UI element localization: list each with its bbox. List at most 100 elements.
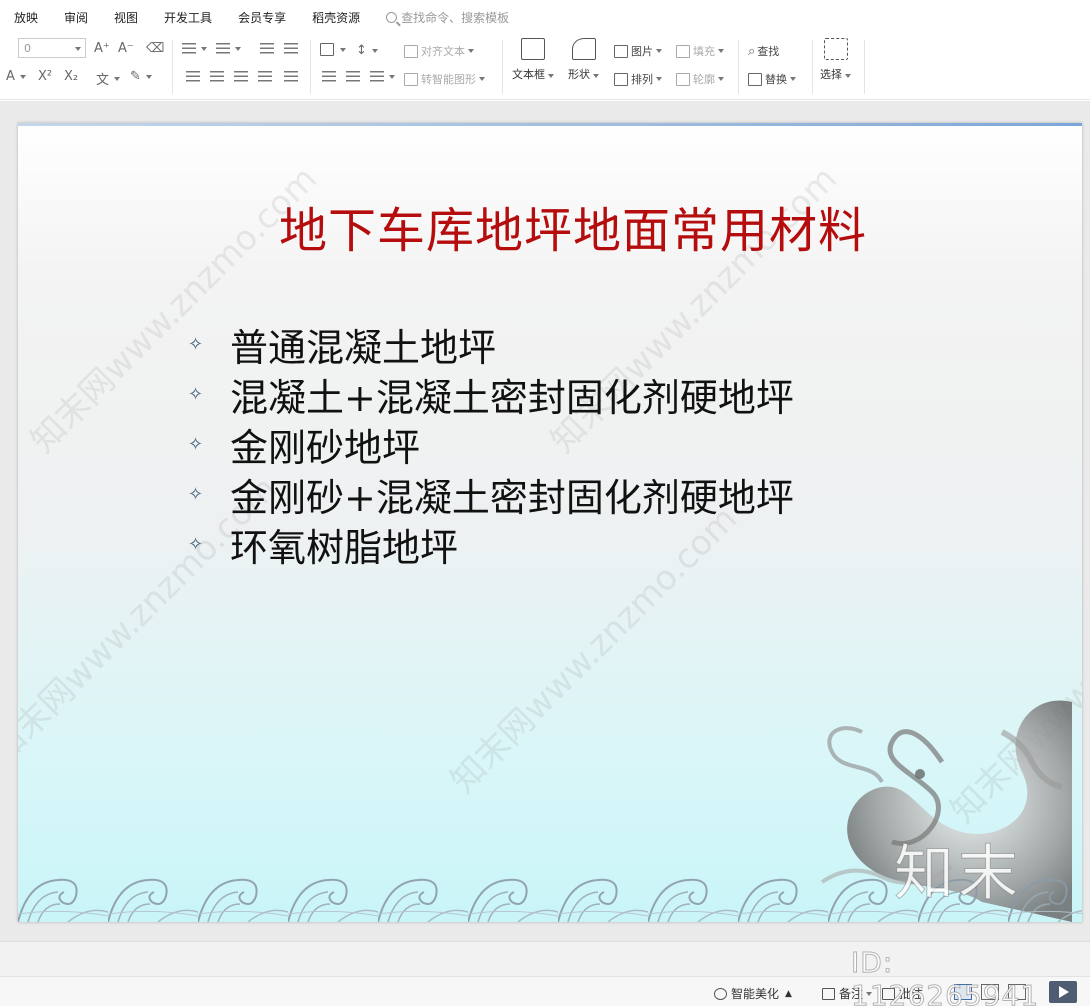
- picture-button[interactable]: 图片: [614, 43, 662, 59]
- font-color-icon: A: [6, 69, 15, 84]
- bullet-text: 混凝土+混凝土密封固化剂硬地坪: [230, 375, 794, 420]
- align-right-button[interactable]: [234, 71, 250, 82]
- indent-button[interactable]: [284, 43, 300, 54]
- bullet-list[interactable]: ✧ 普通混凝土地坪 ✧ 混凝土+混凝土密封固化剂硬地坪 ✧ 金刚砂地坪 ✧ 金刚…: [188, 319, 794, 570]
- menu-slideshow[interactable]: 放映: [14, 9, 38, 26]
- chevron-down-icon: [145, 74, 152, 79]
- indent-icon: [284, 43, 298, 54]
- numbered-list-icon: [216, 43, 230, 54]
- sparkle-bullet-icon: ✧: [188, 433, 204, 455]
- menu-resources[interactable]: 稻壳资源: [312, 9, 360, 26]
- font-size-select[interactable]: 0: [18, 38, 86, 58]
- replace-button[interactable]: 替换: [748, 71, 796, 87]
- list-item: ✧ 金刚砂+混凝土密封固化剂硬地坪: [188, 469, 794, 520]
- chevron-down-icon: [593, 74, 599, 78]
- align-center-button[interactable]: [210, 71, 226, 82]
- outdent-icon: [260, 43, 274, 54]
- subscript-icon: X₂: [64, 69, 79, 84]
- outdent-button[interactable]: [260, 43, 276, 54]
- arrange-button[interactable]: 排列: [614, 71, 662, 87]
- list-item: ✧ 环氧树脂地坪: [188, 519, 794, 570]
- list-item: ✧ 混凝土+混凝土密封固化剂硬地坪: [188, 369, 794, 420]
- chevron-down-icon: [468, 49, 474, 53]
- search-icon: [386, 11, 398, 23]
- menu-developer[interactable]: 开发工具: [164, 9, 212, 26]
- ribbon: 0 A⁺ A⁻ ⌫ A X² X₂ 文 ✎ ↕ 对齐文本 转智能图形 文本框 形…: [0, 34, 1090, 100]
- font-color-button[interactable]: A: [6, 69, 26, 84]
- subscript-button[interactable]: X₂: [64, 69, 80, 84]
- para-spacing-2-button[interactable]: [346, 71, 362, 82]
- menu-member[interactable]: 会员专享: [238, 9, 286, 26]
- phonetic-icon: 文: [96, 73, 110, 88]
- search-icon: ⌕: [748, 43, 756, 59]
- ribbon-divider: [864, 40, 865, 94]
- notes-icon: [822, 987, 835, 1000]
- shape-icon: [571, 38, 596, 60]
- list-item: ✧ 普通混凝土地坪: [188, 319, 794, 370]
- ribbon-divider: [310, 40, 311, 94]
- convert-smartart-button[interactable]: 转智能图形: [404, 71, 485, 87]
- fill-button[interactable]: 填充: [676, 43, 724, 59]
- find-button[interactable]: ⌕ 查找: [748, 43, 779, 59]
- sparkle-bullet-icon: ✧: [188, 383, 204, 405]
- outline-label: 轮廓: [693, 73, 715, 86]
- chevron-down-icon: [371, 48, 378, 53]
- chevron-down-icon: [656, 49, 662, 53]
- justify-button[interactable]: [258, 71, 274, 82]
- command-search[interactable]: 查找命令、搜索模板: [386, 9, 509, 26]
- phonetic-button[interactable]: 文: [96, 69, 121, 88]
- line-height-icon: [370, 71, 384, 82]
- outline-icon: [676, 72, 690, 86]
- align-left-icon: [186, 71, 200, 82]
- menu-review[interactable]: 审阅: [64, 9, 88, 26]
- line-height-button[interactable]: [370, 71, 395, 82]
- sort-icon: ↕: [356, 43, 367, 58]
- increase-font-button[interactable]: A⁺: [94, 41, 112, 56]
- paragraph-spacing-button[interactable]: [322, 71, 338, 82]
- replace-icon: [748, 72, 762, 86]
- align-right-icon: [234, 71, 248, 82]
- font-grow-icon: A⁺: [94, 41, 110, 56]
- smartart-icon: [404, 72, 418, 86]
- eraser-icon: ⌫: [146, 41, 165, 56]
- text-direction-icon: [320, 43, 334, 56]
- bullet-text: 金刚砂地坪: [230, 425, 421, 470]
- chevron-down-icon: [389, 74, 395, 79]
- align-left-button[interactable]: [186, 71, 202, 82]
- clear-format-button[interactable]: ⌫: [146, 41, 166, 56]
- outline-button[interactable]: 轮廓: [676, 71, 724, 87]
- slide-canvas[interactable]: 知末网www.znzmo.com 知末网www.znzmo.com 知末网www…: [18, 123, 1082, 922]
- text-direction-button[interactable]: [320, 43, 346, 56]
- menu-bar: 放映 审阅 视图 开发工具 会员专享 稻壳资源 查找命令、搜索模板: [0, 0, 1090, 34]
- numbered-list-button[interactable]: [216, 43, 241, 54]
- convert-smartart-label: 转智能图形: [421, 73, 476, 86]
- smart-beautify-button[interactable]: 智能美化 ▲: [714, 985, 792, 1002]
- select-button[interactable]: 选择: [820, 38, 851, 82]
- bullet-list-button[interactable]: [182, 43, 207, 54]
- para-spacing-icon: [346, 71, 360, 82]
- chevron-up-icon: ▲: [785, 988, 792, 999]
- chevron-down-icon: [548, 74, 554, 78]
- picture-label: 图片: [631, 45, 653, 58]
- textbox-icon: [521, 38, 545, 60]
- align-text-button[interactable]: 对齐文本: [404, 43, 474, 59]
- sparkle-bullet-icon: ✧: [188, 533, 204, 555]
- textbox-button[interactable]: 文本框: [512, 38, 554, 82]
- superscript-button[interactable]: X²: [38, 69, 54, 84]
- menu-view[interactable]: 视图: [114, 9, 138, 26]
- brand-watermark: 知末: [894, 839, 1022, 910]
- highlight-button[interactable]: ✎: [130, 69, 152, 84]
- superscript-icon: X²: [38, 69, 53, 84]
- decrease-font-button[interactable]: A⁻: [118, 41, 136, 56]
- chevron-down-icon: [235, 46, 241, 51]
- find-label: 查找: [757, 45, 780, 58]
- layers-icon: [614, 72, 628, 86]
- chevron-down-icon: [75, 47, 81, 51]
- ribbon-divider: [502, 40, 503, 94]
- distribute-button[interactable]: [284, 71, 300, 82]
- slide-title[interactable]: 地下车库地坪地面常用材料: [18, 191, 1082, 261]
- shape-button[interactable]: 形状: [568, 38, 599, 82]
- line-spacing-button[interactable]: ↕: [356, 43, 378, 58]
- chevron-down-icon: [845, 74, 851, 78]
- sparkle-bullet-icon: ✧: [188, 333, 204, 355]
